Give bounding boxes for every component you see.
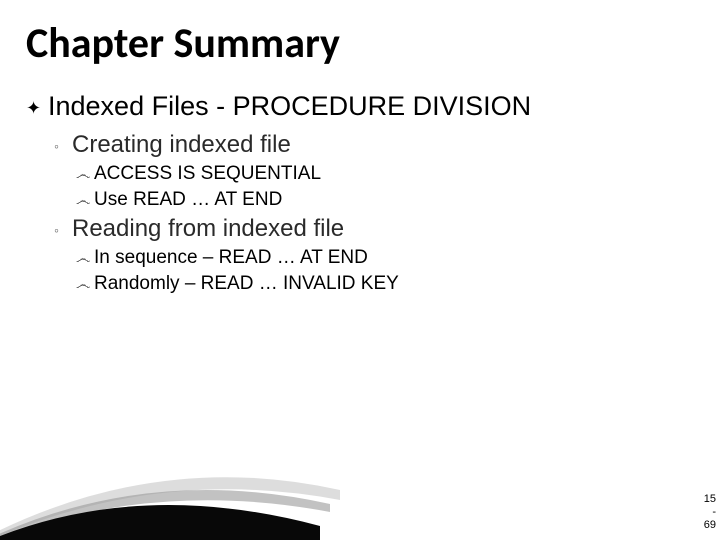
level3-bullet: ෴ Randomly – READ … INVALID KEY <box>76 273 694 297</box>
bullet-marker-l3: ෴ <box>76 273 94 297</box>
level2-bullet: ◦ Creating indexed file <box>54 131 694 161</box>
level2-bullet: ◦ Reading from indexed file <box>54 215 694 245</box>
bullet-marker-l3: ෴ <box>76 247 94 271</box>
page-number-bottom: 69 <box>704 519 716 532</box>
page-number: 15 - 69 <box>704 493 716 532</box>
level3-text: ACCESS IS SEQUENTIAL <box>94 163 694 185</box>
bullet-marker-l2: ◦ <box>54 131 72 161</box>
level3-text: In sequence – READ … AT END <box>94 247 694 269</box>
level3-bullet: ෴ ACCESS IS SEQUENTIAL <box>76 163 694 187</box>
bullet-marker-l3: ෴ <box>76 189 94 213</box>
level3-bullet: ෴ Use READ … AT END <box>76 189 694 213</box>
level2-text: Creating indexed file <box>72 131 694 159</box>
level3-bullet: ෴ In sequence – READ … AT END <box>76 247 694 271</box>
slide: Chapter Summary ✦ Indexed Files - PROCED… <box>0 0 720 540</box>
level3-text: Use READ … AT END <box>94 189 694 211</box>
level1-bullet: ✦ Indexed Files - PROCEDURE DIVISION <box>26 91 694 125</box>
page-number-top: 15 <box>704 493 716 506</box>
bullet-marker-l2: ◦ <box>54 215 72 245</box>
level1-text: Indexed Files - PROCEDURE DIVISION <box>48 91 694 122</box>
bullet-marker-l1: ✦ <box>26 91 48 125</box>
level3-text: Randomly – READ … INVALID KEY <box>94 273 694 295</box>
page-number-dash: - <box>704 506 716 519</box>
decorative-swoosh <box>0 430 340 540</box>
level2-text: Reading from indexed file <box>72 215 694 243</box>
bullet-marker-l3: ෴ <box>76 163 94 187</box>
page-title: Chapter Summary <box>26 18 694 69</box>
